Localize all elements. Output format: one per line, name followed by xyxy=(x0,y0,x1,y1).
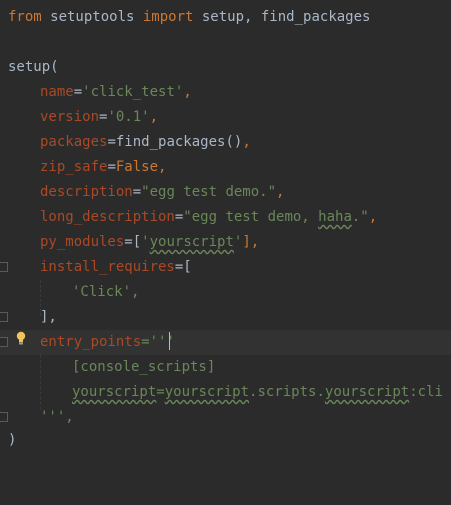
arg-key: entry_points xyxy=(40,334,142,350)
comma: , xyxy=(158,159,167,175)
code-line-name[interactable]: name='click_test', xyxy=(0,80,451,105)
code-line-description[interactable]: description="egg test demo.", xyxy=(0,180,451,205)
setup-call: setup( xyxy=(8,59,59,75)
spelling-flag: yourscript xyxy=(164,384,250,400)
comma: ], xyxy=(242,234,260,250)
arg-key: version xyxy=(40,109,100,125)
code-line-setup[interactable]: setup( xyxy=(0,55,451,80)
code-line-import[interactable]: from setuptools import setup, find_packa… xyxy=(0,5,451,30)
arg-key: long_description xyxy=(40,209,175,225)
spelling-flag: yourscript xyxy=(149,234,234,250)
keyword-from: from xyxy=(8,9,42,25)
quote: ' xyxy=(141,234,150,250)
arg-value: 'click_test' xyxy=(82,84,184,100)
keyword-import: import xyxy=(142,9,194,25)
comma: , xyxy=(276,184,285,200)
spelling-flag: haha xyxy=(318,209,352,225)
arg-key: name xyxy=(40,84,74,100)
module-path: .scripts. xyxy=(249,384,325,400)
equals: = xyxy=(73,84,83,100)
code-line-close-paren[interactable]: ) xyxy=(0,428,451,453)
fold-marker-icon[interactable] xyxy=(0,412,8,422)
fold-marker-icon[interactable] xyxy=(0,262,8,272)
equals: = xyxy=(156,384,165,400)
code-line-entry-close[interactable]: ''', xyxy=(0,405,451,430)
triple-quote-close: ''', xyxy=(40,409,74,425)
requirement-item: 'Click', xyxy=(72,284,140,300)
equals: = xyxy=(124,234,133,250)
lightbulb-icon[interactable] xyxy=(15,331,27,345)
list-close: ], xyxy=(40,309,57,325)
list-open: =[ xyxy=(174,259,192,275)
equals: = xyxy=(107,159,116,175)
text-cursor xyxy=(169,332,170,350)
arg-value: '0.1' xyxy=(107,109,150,125)
spelling-flag: yourscript xyxy=(324,384,410,400)
equals: = xyxy=(132,184,142,200)
code-line-click[interactable]: 'Click', xyxy=(0,280,451,305)
spelling-flag: yourscript xyxy=(72,384,157,400)
code-line-zip-safe[interactable]: zip_safe=False, xyxy=(0,155,451,180)
comma: , xyxy=(368,209,378,225)
close-paren: ) xyxy=(8,432,17,448)
imported-names: setup, find_packages xyxy=(193,9,371,25)
code-line-long-description[interactable]: long_description="egg test demo, haha.", xyxy=(0,205,451,230)
arg-value: False xyxy=(115,159,159,175)
arg-key: description xyxy=(40,184,133,200)
code-editor[interactable]: from setuptools import setup, find_packa… xyxy=(0,0,451,451)
code-line-install-requires[interactable]: install_requires=[ xyxy=(0,255,451,280)
fold-marker-icon[interactable] xyxy=(0,312,8,322)
arg-key: py_modules xyxy=(40,234,125,250)
arg-value: find_packages() xyxy=(115,134,243,150)
code-line-list-close[interactable]: ], xyxy=(0,305,451,330)
entry-section: [console_scripts] xyxy=(72,359,216,375)
code-line-version[interactable]: version='0.1', xyxy=(0,105,451,130)
arg-key: zip_safe xyxy=(40,159,108,175)
fold-marker-icon[interactable] xyxy=(0,337,8,347)
arg-key: packages xyxy=(40,134,108,150)
comma: , xyxy=(183,84,192,100)
function-name: :cli xyxy=(409,384,443,400)
code-line-entry-points[interactable]: entry_points=''' xyxy=(0,330,451,355)
equals: = xyxy=(107,134,116,150)
module-name: setuptools xyxy=(41,9,143,25)
code-line-packages[interactable]: packages=find_packages(), xyxy=(0,130,451,155)
arg-value: "egg test demo." xyxy=(141,184,277,200)
code-line-console-scripts[interactable]: [console_scripts] xyxy=(0,355,451,380)
arg-value-end: ." xyxy=(351,209,369,225)
code-line-entry-mapping[interactable]: yourscript=yourscript.scripts.yourscript… xyxy=(0,380,451,405)
bracket-open: [ xyxy=(132,234,142,250)
code-line-py-modules[interactable]: py_modules=['yourscript'], xyxy=(0,230,451,255)
comma: , xyxy=(149,109,159,125)
arg-key: install_requires xyxy=(40,259,175,275)
arg-value: "egg test demo, xyxy=(183,209,319,225)
comma: , xyxy=(242,134,251,150)
